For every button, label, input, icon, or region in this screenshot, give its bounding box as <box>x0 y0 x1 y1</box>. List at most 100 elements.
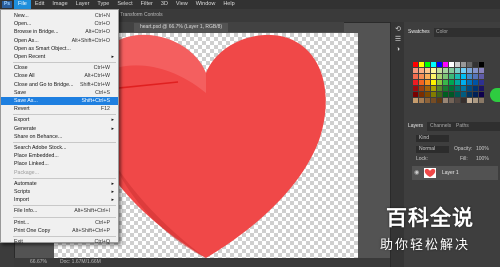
color-swatch[interactable] <box>431 92 436 97</box>
color-swatch[interactable] <box>467 62 472 67</box>
color-swatch[interactable] <box>455 68 460 73</box>
color-swatch[interactable] <box>413 74 418 79</box>
menu-item-save-as[interactable]: Save As... Shift+Ctrl+S <box>1 97 118 105</box>
menubar-item-help[interactable]: Help <box>219 0 238 9</box>
color-swatch[interactable] <box>473 86 478 91</box>
color-swatch[interactable] <box>431 86 436 91</box>
color-swatch[interactable] <box>425 80 430 85</box>
color-swatch[interactable] <box>467 74 472 79</box>
menu-item-open-as-smart-object[interactable]: Open as Smart Object... <box>1 45 118 53</box>
color-swatch[interactable] <box>455 62 460 67</box>
color-swatch[interactable] <box>431 80 436 85</box>
menu-item-close[interactable]: Close Ctrl+W <box>1 64 118 72</box>
menu-item-print-one-copy[interactable]: Print One Copy Alt+Shift+Ctrl+P <box>1 227 118 235</box>
menubar-item-select[interactable]: Select <box>113 0 136 9</box>
color-swatch[interactable] <box>461 62 466 67</box>
blend-mode-select[interactable]: Normal <box>416 146 449 153</box>
opacity-value[interactable]: 100% <box>476 146 489 152</box>
color-swatch[interactable] <box>431 62 436 67</box>
menu-item-browse-in-bridge[interactable]: Browse in Bridge... Alt+Ctrl+O <box>1 28 118 36</box>
color-swatch[interactable] <box>473 74 478 79</box>
tab-swatches[interactable]: Swatches <box>404 28 434 37</box>
menu-item-open-recent[interactable]: Open Recent ▸ <box>1 53 118 61</box>
menubar-item-view[interactable]: View <box>172 0 192 9</box>
color-swatch[interactable] <box>419 80 424 85</box>
menubar-item-window[interactable]: Window <box>192 0 220 9</box>
zoom-readout[interactable]: 66.67% <box>30 258 47 267</box>
color-swatch[interactable] <box>443 62 448 67</box>
color-swatch[interactable] <box>473 92 478 97</box>
color-swatch[interactable] <box>425 92 430 97</box>
menu-item-scripts[interactable]: Scripts ▸ <box>1 188 118 196</box>
menu-item-automate[interactable]: Automate ▸ <box>1 180 118 188</box>
color-swatch[interactable] <box>431 98 436 103</box>
menu-item-package[interactable]: Package... <box>1 169 118 177</box>
color-swatch[interactable] <box>425 98 430 103</box>
color-swatch[interactable] <box>479 92 484 97</box>
menu-item-search-adobe-stock[interactable]: Search Adobe Stock... <box>1 144 118 152</box>
menu-item-close-and-go-to-bridge[interactable]: Close and Go to Bridge... Shift+Ctrl+W <box>1 81 118 89</box>
color-swatch[interactable] <box>413 68 418 73</box>
color-swatch[interactable] <box>467 68 472 73</box>
color-swatch[interactable] <box>413 62 418 67</box>
color-swatch[interactable] <box>461 86 466 91</box>
color-swatch[interactable] <box>455 80 460 85</box>
color-swatch[interactable] <box>425 74 430 79</box>
color-swatch[interactable] <box>455 74 460 79</box>
color-swatch[interactable] <box>413 92 418 97</box>
color-swatch[interactable] <box>413 98 418 103</box>
menu-item-exit[interactable]: Exit Ctrl+Q <box>1 238 118 246</box>
menu-item-place-linked[interactable]: Place Linked... <box>1 160 118 168</box>
menu-item-file-info[interactable]: File Info... Alt+Shift+Ctrl+I <box>1 207 118 215</box>
document-tab[interactable]: heart.psd @ 66.7% (Layer 1, RGB/8) <box>134 23 229 32</box>
color-swatch[interactable] <box>479 98 484 103</box>
tab-layers[interactable]: Layers <box>404 122 428 131</box>
color-swatch[interactable] <box>449 86 454 91</box>
color-swatch[interactable] <box>473 68 478 73</box>
menubar-item-image[interactable]: Image <box>48 0 71 9</box>
color-swatch[interactable] <box>479 80 484 85</box>
tab-color[interactable]: Color <box>432 28 452 37</box>
color-swatch[interactable] <box>419 98 424 103</box>
menu-item-share-on-behance[interactable]: Share on Behance... <box>1 133 118 141</box>
menu-item-generate[interactable]: Generate ▸ <box>1 125 118 133</box>
color-swatch[interactable] <box>443 74 448 79</box>
color-swatch[interactable] <box>419 62 424 67</box>
menu-item-open[interactable]: Open... Ctrl+O <box>1 20 118 28</box>
menubar-item-layer[interactable]: Layer <box>72 0 94 9</box>
color-swatch[interactable] <box>425 68 430 73</box>
expand-panel-button[interactable] <box>490 88 500 102</box>
color-swatch[interactable] <box>455 92 460 97</box>
menu-item-close-all[interactable]: Close All Alt+Ctrl+W <box>1 72 118 80</box>
color-swatch[interactable] <box>479 86 484 91</box>
color-swatch[interactable] <box>455 98 460 103</box>
color-swatch[interactable] <box>467 98 472 103</box>
color-swatch[interactable] <box>461 92 466 97</box>
color-swatch[interactable] <box>443 86 448 91</box>
menubar-item-file[interactable]: File <box>14 0 31 9</box>
color-swatch[interactable] <box>449 92 454 97</box>
color-swatch[interactable] <box>479 68 484 73</box>
menubar-item-filter[interactable]: Filter <box>137 0 157 9</box>
color-swatch[interactable] <box>461 80 466 85</box>
color-swatch[interactable] <box>461 74 466 79</box>
color-swatch[interactable] <box>437 86 442 91</box>
menu-item-new[interactable]: New... Ctrl+N <box>1 12 118 20</box>
color-swatch[interactable] <box>473 80 478 85</box>
color-swatch[interactable] <box>467 92 472 97</box>
color-swatch[interactable] <box>449 62 454 67</box>
color-swatch[interactable] <box>437 74 442 79</box>
fill-value[interactable]: 100% <box>476 156 489 162</box>
color-swatch[interactable] <box>467 86 472 91</box>
color-swatch[interactable] <box>437 92 442 97</box>
color-swatch[interactable] <box>419 74 424 79</box>
history-panel-icon[interactable]: ⟲ <box>393 26 403 34</box>
color-swatch[interactable] <box>449 98 454 103</box>
menubar-item-3d[interactable]: 3D <box>157 0 172 9</box>
color-swatch[interactable] <box>473 62 478 67</box>
menu-item-import[interactable]: Import ▸ <box>1 196 118 204</box>
color-swatch[interactable] <box>413 80 418 85</box>
color-swatch[interactable] <box>449 68 454 73</box>
color-swatch[interactable] <box>431 68 436 73</box>
tab-paths[interactable]: Paths <box>452 122 473 131</box>
